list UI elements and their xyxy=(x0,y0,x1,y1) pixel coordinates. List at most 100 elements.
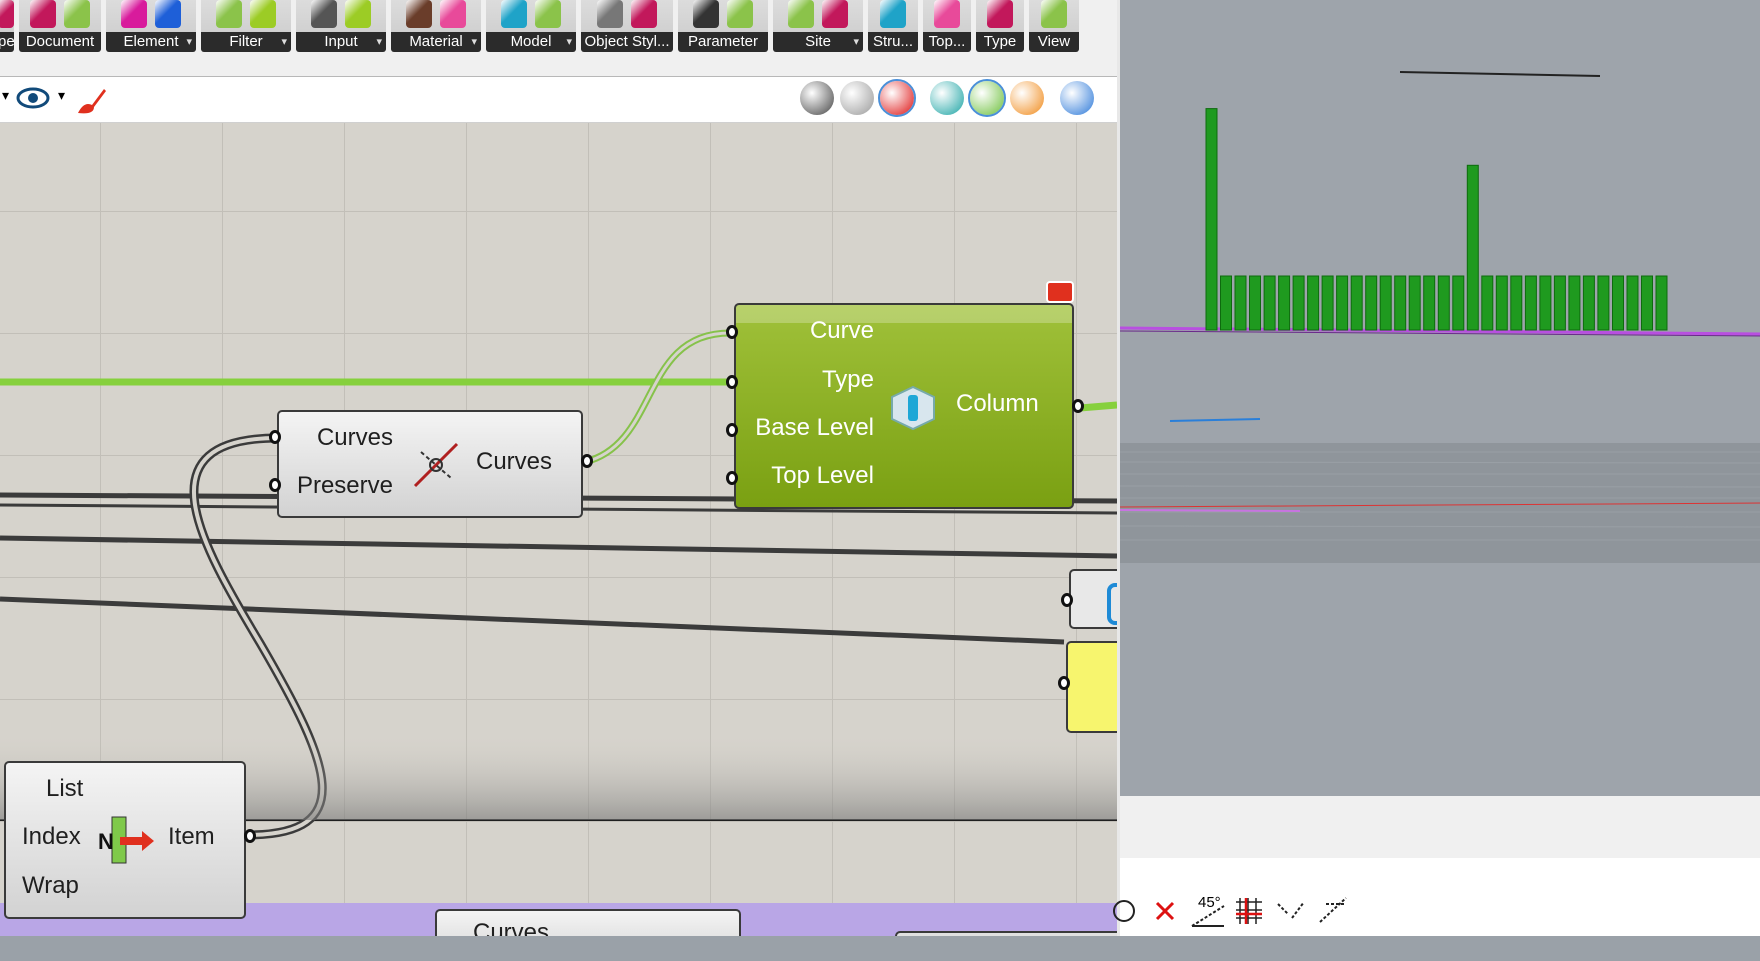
component-icon[interactable] xyxy=(535,0,561,28)
component-icon[interactable] xyxy=(311,0,337,28)
component-icon[interactable] xyxy=(1041,0,1067,28)
column-bar xyxy=(1495,275,1508,331)
ribbon-tab-pe[interactable]: pe xyxy=(0,0,14,52)
partial-component-blue[interactable] xyxy=(1069,569,1117,629)
column-bar xyxy=(1350,275,1363,331)
component-icon[interactable] xyxy=(693,0,719,28)
revit-column-component[interactable]: Curve Type Base Level Top Level Column xyxy=(734,303,1074,509)
list-item-icon: N xyxy=(98,816,154,864)
ribbon-tab-model[interactable]: Model ▾ xyxy=(486,0,576,52)
component-icon[interactable] xyxy=(631,0,657,28)
column-bar xyxy=(1466,164,1479,331)
ribbon-tab-view[interactable]: View xyxy=(1029,0,1079,52)
ribbon-tab-label-text: Document xyxy=(25,33,95,50)
output-port-curves[interactable] xyxy=(581,454,593,468)
ribbon-tab-filter[interactable]: Filter ▾ xyxy=(201,0,291,52)
grasshopper-canvas[interactable]: Curve Type Base Level Top Level Column C… xyxy=(0,123,1117,936)
bottom-curves-label: Curves xyxy=(473,919,550,936)
input-port-preserve[interactable] xyxy=(269,478,281,492)
input-port-panel[interactable] xyxy=(1058,676,1070,690)
output-port-item[interactable] xyxy=(244,829,256,843)
input-port-top-level[interactable] xyxy=(726,471,738,485)
output-curves-label: Curves xyxy=(476,448,553,475)
document-settings-icon[interactable] xyxy=(1060,81,1094,115)
selected-shaded-icon[interactable] xyxy=(968,79,1006,117)
preview-off-icon[interactable] xyxy=(800,81,834,115)
component-icon[interactable] xyxy=(121,0,147,28)
component-icon[interactable] xyxy=(880,0,906,28)
ribbon-tab-site[interactable]: Site ▾ xyxy=(773,0,863,52)
ribbon-tab-parameter[interactable]: Parameter xyxy=(678,0,768,52)
component-icon[interactable] xyxy=(216,0,242,28)
input-port-curve[interactable] xyxy=(726,325,738,339)
dropdown-arrow-icon[interactable]: ▾ xyxy=(566,32,572,52)
column-bar xyxy=(1321,275,1334,331)
component-icon[interactable] xyxy=(987,0,1013,28)
component-icon[interactable] xyxy=(0,0,14,28)
panel-component[interactable] xyxy=(1066,641,1117,733)
ribbon-tab-object-styl[interactable]: Object Styl... xyxy=(581,0,673,52)
ribbon-tab-icons xyxy=(486,0,576,32)
component-icon[interactable] xyxy=(501,0,527,28)
dropdown-arrow-icon[interactable]: ▾ xyxy=(58,87,65,104)
planar-icon[interactable] xyxy=(1316,894,1352,928)
ribbon-tab-stru[interactable]: Stru... xyxy=(868,0,918,52)
selected-only-icon[interactable] xyxy=(930,81,964,115)
dropdown-arrow-icon[interactable]: ▾ xyxy=(186,32,192,52)
ribbon-tab-top[interactable]: Top... xyxy=(923,0,971,52)
component-icon[interactable] xyxy=(30,0,56,28)
bottom-right-component[interactable] xyxy=(895,931,1117,936)
column-bar xyxy=(1292,275,1305,331)
component-icon[interactable] xyxy=(64,0,90,28)
ribbon-tab-label: Parameter xyxy=(678,32,768,52)
column-bar xyxy=(1437,275,1450,331)
grid-snap-icon[interactable] xyxy=(1232,894,1266,928)
input-port-type[interactable] xyxy=(726,375,738,389)
ortho-icon[interactable] xyxy=(1274,894,1308,928)
dropdown-arrow-icon[interactable]: ▾ xyxy=(2,87,9,104)
dropdown-arrow-icon[interactable]: ▾ xyxy=(376,32,382,52)
ribbon-tab-type[interactable]: Type xyxy=(976,0,1024,52)
column-bar xyxy=(1278,275,1291,331)
component-icon[interactable] xyxy=(250,0,276,28)
dropdown-arrow-icon[interactable]: ▾ xyxy=(281,32,287,52)
input-port-curves[interactable] xyxy=(269,430,281,444)
component-icon[interactable] xyxy=(406,0,432,28)
warning-balloon-icon[interactable] xyxy=(1046,281,1074,303)
eye-icon[interactable] xyxy=(16,85,50,111)
component-icon[interactable] xyxy=(727,0,753,28)
ribbon-tab-element[interactable]: Element ▾ xyxy=(106,0,196,52)
shaded-icon[interactable] xyxy=(878,79,916,117)
ribbon-tab-material[interactable]: Material ▾ xyxy=(391,0,481,52)
dropdown-arrow-icon[interactable]: ▾ xyxy=(853,32,859,52)
component-icon[interactable] xyxy=(822,0,848,28)
rhino-viewport[interactable] xyxy=(1117,0,1760,796)
column-bar xyxy=(1336,275,1349,331)
component-icon[interactable] xyxy=(934,0,960,28)
output-port-column[interactable] xyxy=(1072,399,1084,413)
bottom-curves-component[interactable]: Curves xyxy=(435,909,741,936)
input-port-partial[interactable] xyxy=(1061,593,1073,607)
ribbon-tab-document[interactable]: Document xyxy=(19,0,101,52)
ribbon-tab-icons xyxy=(1029,0,1079,32)
component-icon[interactable] xyxy=(345,0,371,28)
simplify-curves-component[interactable]: Curves Preserve Curves xyxy=(277,410,583,518)
component-icon[interactable] xyxy=(155,0,181,28)
close-x-icon[interactable] xyxy=(1154,900,1176,922)
brush-icon[interactable] xyxy=(74,83,108,117)
input-port-base-level[interactable] xyxy=(726,423,738,437)
ribbon-tab-label-text: View xyxy=(1037,33,1071,50)
component-icon[interactable] xyxy=(440,0,466,28)
wireframe-icon[interactable] xyxy=(840,81,874,115)
ribbon-tab-input[interactable]: Input ▾ xyxy=(296,0,386,52)
component-icon[interactable] xyxy=(788,0,814,28)
status-toolbar: 45° xyxy=(1113,858,1760,936)
component-icon[interactable] xyxy=(597,0,623,28)
ribbon-tab-icons xyxy=(581,0,673,32)
sphere-material-icon[interactable] xyxy=(1010,81,1044,115)
angle-45-icon[interactable]: 45° xyxy=(1190,894,1226,928)
dropdown-arrow-icon[interactable]: ▾ xyxy=(471,32,477,52)
input-top-level-label: Top Level xyxy=(771,462,874,489)
list-item-component[interactable]: List Index Wrap N Item xyxy=(4,761,246,919)
rotate-icon[interactable] xyxy=(1112,898,1138,924)
